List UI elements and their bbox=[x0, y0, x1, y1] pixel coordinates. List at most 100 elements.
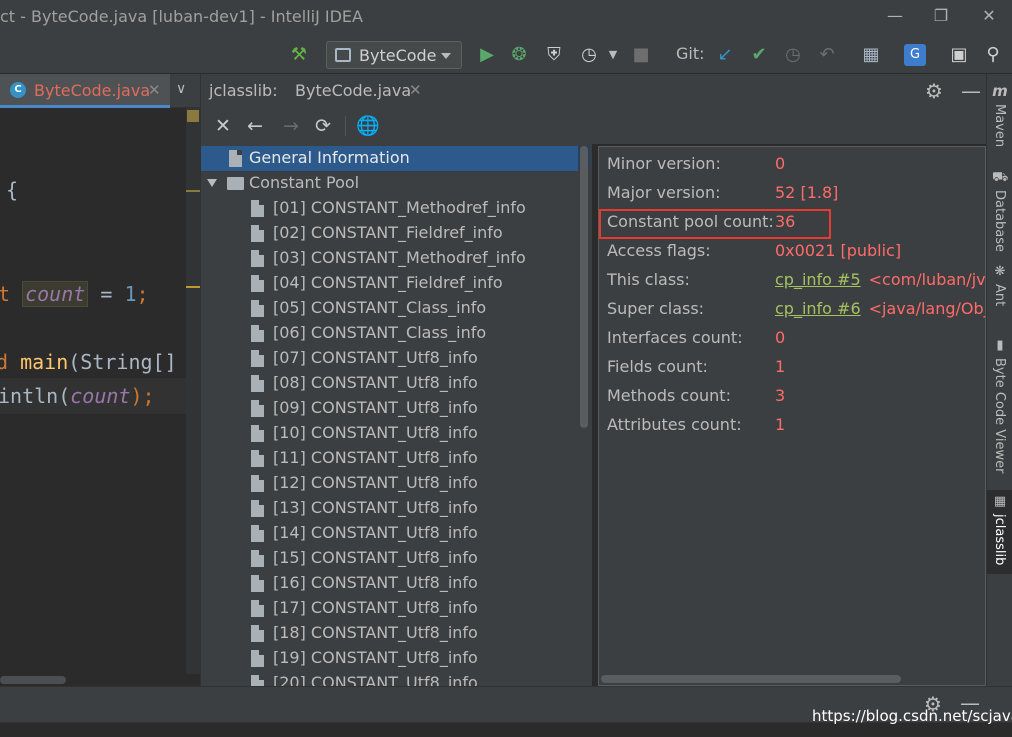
tree-item-constant-pool-entry[interactable]: [04] CONSTANT_Fieldref_info bbox=[201, 271, 579, 296]
back-arrow-icon[interactable]: ← bbox=[243, 114, 267, 138]
tree-item-constant-pool[interactable]: Constant Pool bbox=[201, 171, 579, 196]
info-value: 0 bbox=[775, 154, 786, 173]
profile-clock-icon[interactable]: ◷ bbox=[578, 44, 600, 66]
run-configuration-dropdown[interactable]: ByteCode bbox=[326, 41, 462, 69]
tree-item-label: [04] CONSTANT_Fieldref_info bbox=[273, 273, 503, 292]
code-editor[interactable]: { t count = 1; d main(String[] intln(cou… bbox=[0, 108, 200, 686]
file-icon bbox=[251, 550, 264, 567]
tree-vertical-scrollbar[interactable] bbox=[578, 144, 590, 686]
tree-item-constant-pool-entry[interactable]: [13] CONSTANT_Utf8_info bbox=[201, 496, 579, 521]
gear-icon[interactable]: ⚙ bbox=[925, 79, 943, 103]
terminal-window-icon[interactable]: ▣ bbox=[948, 44, 970, 66]
window-title: ct - ByteCode.java [luban-dev1] - Intell… bbox=[0, 7, 363, 26]
tree-item-label: [10] CONSTANT_Utf8_info bbox=[273, 423, 478, 442]
tree-item-constant-pool-entry[interactable]: [02] CONSTANT_Fieldref_info bbox=[201, 221, 579, 246]
file-icon bbox=[251, 625, 264, 642]
info-horizontal-scrollbar[interactable] bbox=[599, 673, 985, 685]
tree-item-label: [12] CONSTANT_Utf8_info bbox=[273, 473, 478, 492]
tree-item-constant-pool-entry[interactable]: [10] CONSTANT_Utf8_info bbox=[201, 421, 579, 446]
coverage-shield-icon[interactable]: ⛨ bbox=[543, 44, 565, 66]
cp-info-link[interactable]: cp_info #5 bbox=[775, 270, 861, 289]
search-icon[interactable]: ⚲ bbox=[982, 44, 1004, 66]
globe-icon[interactable]: 🌐 bbox=[356, 114, 380, 138]
class-description: <com/luban/jvm bbox=[868, 270, 986, 289]
tree-item-general-information[interactable]: General Information bbox=[201, 146, 579, 171]
tree-item-constant-pool-entry[interactable]: [20] CONSTANT_Utf8_info bbox=[201, 671, 579, 686]
close-window-button[interactable]: ✕ bbox=[974, 4, 1004, 28]
tree-item-label: General Information bbox=[249, 148, 410, 167]
tree-item-constant-pool-entry[interactable]: [14] CONSTANT_Utf8_info bbox=[201, 521, 579, 546]
tree-item-constant-pool-entry[interactable]: [01] CONSTANT_Methodref_info bbox=[201, 196, 579, 221]
info-value: 3 bbox=[775, 386, 786, 405]
inspection-status-icon[interactable] bbox=[187, 110, 199, 122]
run-icon[interactable]: ▶ bbox=[476, 44, 498, 66]
tree-item-label: [02] CONSTANT_Fieldref_info bbox=[273, 223, 503, 242]
tree-item-label: [15] CONSTANT_Utf8_info bbox=[273, 548, 478, 567]
project-structure-icon[interactable]: ▦ bbox=[860, 44, 882, 66]
tool-window-maven[interactable]: m Maven bbox=[987, 82, 1012, 152]
git-rollback-icon[interactable]: ↶ bbox=[816, 44, 838, 66]
translate-icon[interactable]: G bbox=[904, 44, 926, 66]
build-hammer-icon[interactable]: ⚒ bbox=[288, 44, 310, 66]
tool-window-byte-code-viewer[interactable]: ▮ Byte Code Viewer bbox=[987, 338, 1012, 478]
tool-window-database[interactable]: ⛟ Database bbox=[987, 170, 1012, 260]
jclasslib-tab-bytecode[interactable]: ByteCode.java ✕ bbox=[285, 74, 433, 108]
code-line-field: t count = 1; bbox=[0, 281, 149, 307]
file-icon bbox=[251, 325, 264, 342]
minimize-window-button[interactable]: — bbox=[880, 4, 910, 28]
close-icon[interactable]: ✕ bbox=[148, 81, 161, 99]
expand-arrow-icon[interactable] bbox=[207, 179, 217, 187]
tree-item-constant-pool-entry[interactable]: [16] CONSTANT_Utf8_info bbox=[201, 571, 579, 596]
tree-item-constant-pool-entry[interactable]: [11] CONSTANT_Utf8_info bbox=[201, 446, 579, 471]
tool-window-label: Ant bbox=[992, 284, 1007, 307]
chevron-down-icon[interactable]: ∨ bbox=[176, 81, 186, 97]
info-key: Major version: bbox=[607, 183, 721, 202]
scrollbar-thumb[interactable] bbox=[0, 676, 66, 684]
close-icon[interactable]: ✕ bbox=[409, 81, 422, 99]
editor-tab-bytecode[interactable]: C ByteCode.java ✕ bbox=[0, 74, 170, 108]
tree-item-constant-pool-entry[interactable]: [12] CONSTANT_Utf8_info bbox=[201, 471, 579, 496]
tree-item-constant-pool-entry[interactable]: [17] CONSTANT_Utf8_info bbox=[201, 596, 579, 621]
tree-item-constant-pool-entry[interactable]: [08] CONSTANT_Utf8_info bbox=[201, 371, 579, 396]
tree-item-label: [11] CONSTANT_Utf8_info bbox=[273, 448, 478, 467]
tree-item-constant-pool-entry[interactable]: [06] CONSTANT_Class_info bbox=[201, 321, 579, 346]
tool-window-ant[interactable]: ❋ Ant bbox=[987, 264, 1012, 314]
editor-horizontal-scrollbar[interactable] bbox=[0, 674, 200, 686]
tree-item-constant-pool-entry[interactable]: [18] CONSTANT_Utf8_info bbox=[201, 621, 579, 646]
forward-arrow-icon[interactable]: → bbox=[279, 114, 303, 138]
tool-window-label: Byte Code Viewer bbox=[992, 358, 1007, 474]
info-value: cp_info #5 <com/luban/jvm bbox=[775, 270, 986, 289]
file-icon bbox=[251, 675, 264, 686]
tree-item-constant-pool-entry[interactable]: [05] CONSTANT_Class_info bbox=[201, 296, 579, 321]
tool-window-jclasslib[interactable]: ▦ jclasslib bbox=[987, 490, 1012, 574]
tree-item-constant-pool-entry[interactable]: [15] CONSTANT_Utf8_info bbox=[201, 546, 579, 571]
tool-window-label: jclasslib bbox=[992, 514, 1007, 566]
file-icon bbox=[251, 475, 264, 492]
tree-item-constant-pool-entry[interactable]: [09] CONSTANT_Utf8_info bbox=[201, 396, 579, 421]
info-value: cp_info #6 <java/lang/Obje bbox=[775, 299, 985, 318]
git-update-arrow-icon[interactable]: ↙ bbox=[714, 44, 736, 66]
watermark-text: https://blog.csdn.net/scjava bbox=[812, 707, 1012, 725]
restore-window-button[interactable]: ❐ bbox=[926, 4, 956, 28]
info-value: 1 bbox=[775, 357, 786, 376]
code-line-println: intln(count); bbox=[0, 384, 155, 408]
debug-bug-icon[interactable]: ❂ bbox=[508, 44, 530, 66]
stop-icon[interactable]: ■ bbox=[630, 44, 652, 66]
profile-dropdown-chevron-icon[interactable]: ▼ bbox=[602, 44, 624, 66]
info-key: Access flags: bbox=[607, 241, 711, 260]
tree-item-label: [03] CONSTANT_Methodref_info bbox=[273, 248, 526, 267]
info-key: Interfaces count: bbox=[607, 328, 743, 347]
cp-info-link[interactable]: cp_info #6 bbox=[775, 299, 861, 318]
scrollbar-thumb[interactable] bbox=[580, 146, 588, 428]
close-icon[interactable]: ✕ bbox=[211, 114, 235, 138]
tree-item-constant-pool-entry[interactable]: [03] CONSTANT_Methodref_info bbox=[201, 246, 579, 271]
class-structure-tree[interactable]: General Information Constant Pool [01] C… bbox=[200, 144, 592, 686]
minimize-icon[interactable]: — bbox=[961, 79, 981, 103]
git-history-clock-icon[interactable]: ◷ bbox=[782, 44, 804, 66]
database-icon: ⛟ bbox=[992, 170, 1009, 185]
scrollbar-thumb[interactable] bbox=[601, 675, 901, 683]
git-commit-check-icon[interactable]: ✔ bbox=[748, 44, 770, 66]
tree-item-constant-pool-entry[interactable]: [19] CONSTANT_Utf8_info bbox=[201, 646, 579, 671]
tree-item-constant-pool-entry[interactable]: [07] CONSTANT_Utf8_info bbox=[201, 346, 579, 371]
refresh-icon[interactable]: ⟳ bbox=[311, 114, 335, 138]
